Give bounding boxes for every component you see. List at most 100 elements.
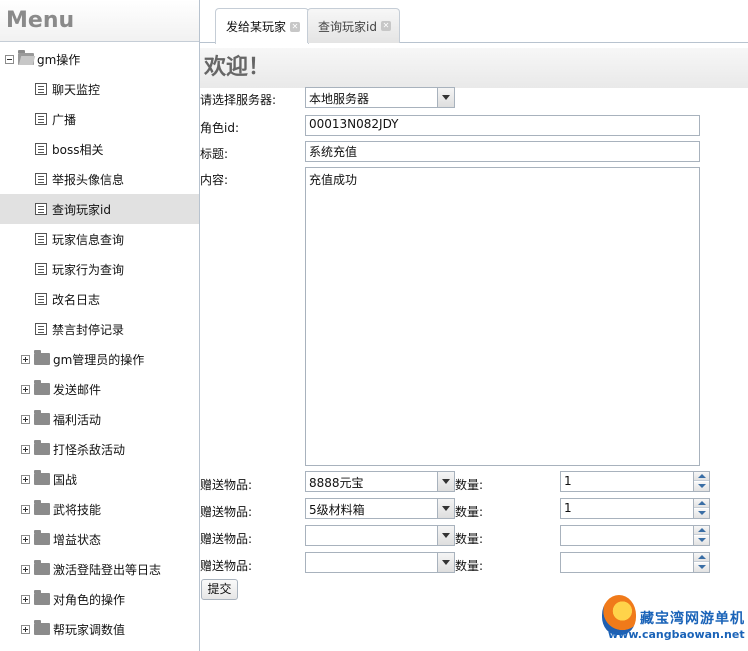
spinner-buttons: [693, 499, 709, 518]
sidebar-folder-nation-war[interactable]: 国战: [0, 464, 199, 494]
document-icon: [35, 233, 47, 245]
server-select[interactable]: 本地服务器: [305, 87, 455, 108]
expand-icon[interactable]: [21, 354, 30, 364]
arrow-down-icon[interactable]: [694, 482, 709, 491]
main-content: 欢迎！ 请选择服务器: 本地服务器 角色id: 00013N082JDY 标题:…: [200, 44, 748, 651]
document-icon: [35, 173, 47, 185]
sidebar-item-player-info[interactable]: 玩家信息查询: [0, 224, 199, 254]
gift-label: 赠送物品:: [200, 478, 253, 492]
quantity-label: 数量:: [455, 505, 484, 519]
document-icon: [35, 293, 47, 305]
tree-root-gm-ops[interactable]: gm操作: [0, 44, 199, 74]
document-icon: [35, 323, 47, 335]
expand-icon[interactable]: [21, 534, 30, 544]
gift-item-value: 8888元宝: [309, 476, 364, 490]
sidebar-item-report-avatar[interactable]: 举报头像信息: [0, 164, 199, 194]
arrow-up-icon[interactable]: [694, 553, 709, 562]
sidebar-folder-monster-events[interactable]: 打怪杀敌活动: [0, 434, 199, 464]
arrow-down-icon[interactable]: [694, 509, 709, 518]
expand-icon[interactable]: [21, 444, 30, 454]
menu-title: Menu: [0, 0, 199, 42]
gift-label: 赠送物品:: [200, 559, 253, 573]
arrow-down-icon[interactable]: [694, 563, 709, 572]
submit-button[interactable]: 提交: [201, 579, 238, 600]
expand-icon[interactable]: [21, 564, 30, 574]
sidebar-folder-gm-admin[interactable]: gm管理员的操作: [0, 344, 199, 374]
chevron-down-icon[interactable]: [437, 526, 454, 545]
sidebar-item-rename-log[interactable]: 改名日志: [0, 284, 199, 314]
collapse-icon[interactable]: [5, 54, 14, 64]
sidebar-folder-general-skills[interactable]: 武将技能: [0, 494, 199, 524]
sidebar: Menu gm操作 聊天监控 广播 boss相关 举报头像信息 查询玩家id 玩…: [0, 0, 200, 651]
folder-icon: [34, 470, 50, 485]
sidebar-item-label: 禁言封停记录: [52, 322, 125, 337]
welcome-heading: 欢迎！: [200, 48, 748, 88]
sidebar-item-label: 玩家信息查询: [52, 232, 125, 247]
gift-item-value: 5级材料箱: [309, 503, 365, 517]
chevron-down-icon[interactable]: [437, 472, 454, 491]
close-icon[interactable]: ✕: [380, 21, 391, 31]
sidebar-item-broadcast[interactable]: 广播: [0, 104, 199, 134]
sidebar-item-label: 玩家行为查询: [52, 262, 125, 277]
gift-item-select[interactable]: 5级材料箱: [305, 498, 455, 519]
sidebar-item-query-player-id[interactable]: 查询玩家id: [0, 194, 199, 224]
sidebar-folder-label: 发送邮件: [53, 382, 102, 397]
tab-label: 查询玩家id: [318, 19, 377, 34]
quantity-stepper[interactable]: 1: [560, 471, 710, 492]
sidebar-folder-welfare[interactable]: 福利活动: [0, 404, 199, 434]
quantity-stepper[interactable]: [560, 552, 710, 573]
expand-icon[interactable]: [21, 474, 30, 484]
role-id-label: 角色id:: [200, 121, 239, 135]
close-icon[interactable]: ✕: [290, 21, 301, 32]
quantity-value: 1: [564, 501, 572, 515]
quantity-stepper[interactable]: [560, 525, 710, 546]
content-textarea[interactable]: 充值成功: [305, 167, 700, 466]
tab-query-player-id[interactable]: 查询玩家id ✕: [307, 8, 400, 43]
arrow-down-icon[interactable]: [694, 536, 709, 545]
chevron-down-icon[interactable]: [437, 499, 454, 518]
arrow-up-icon[interactable]: [694, 526, 709, 535]
expand-icon[interactable]: [21, 624, 30, 634]
gift-item-select[interactable]: 8888元宝: [305, 471, 455, 492]
watermark-name: 藏宝湾网游单机: [640, 611, 745, 627]
tab-send-to-player[interactable]: 发给某玩家 ✕: [215, 8, 310, 44]
quantity-label: 数量:: [455, 532, 484, 546]
sidebar-folder-label: 武将技能: [53, 502, 102, 517]
title-input[interactable]: 系统充值: [305, 141, 700, 162]
gift-item-select[interactable]: [305, 525, 455, 546]
document-icon: [35, 83, 47, 95]
sidebar-item-chat-monitor[interactable]: 聊天监控: [0, 74, 199, 104]
folder-icon: [34, 410, 50, 425]
folder-icon: [34, 620, 50, 635]
sidebar-item-boss[interactable]: boss相关: [0, 134, 199, 164]
expand-icon[interactable]: [21, 594, 30, 604]
sidebar-item-label: 广播: [52, 112, 77, 127]
sidebar-folder-role-ops[interactable]: 对角色的操作: [0, 584, 199, 614]
expand-icon[interactable]: [21, 504, 30, 514]
document-icon: [35, 143, 47, 155]
sidebar-folder-label: 国战: [53, 472, 78, 487]
sidebar-item-player-behavior[interactable]: 玩家行为查询: [0, 254, 199, 284]
expand-icon[interactable]: [21, 414, 30, 424]
sidebar-folder-adjust-values[interactable]: 帮玩家调数值: [0, 614, 199, 644]
title-label: 标题:: [200, 147, 229, 161]
chevron-down-icon[interactable]: [437, 88, 454, 107]
expand-icon[interactable]: [21, 384, 30, 394]
quantity-stepper[interactable]: 1: [560, 498, 710, 519]
document-icon: [35, 203, 47, 215]
arrow-up-icon[interactable]: [694, 472, 709, 481]
sidebar-folder-buffs[interactable]: 增益状态: [0, 524, 199, 554]
server-select-value: 本地服务器: [309, 92, 370, 106]
sidebar-item-label: boss相关: [52, 142, 104, 157]
sidebar-folder-login-logs[interactable]: 激活登陆登出等日志: [0, 554, 199, 584]
sidebar-folder-label: 福利活动: [53, 412, 102, 427]
gift-item-select[interactable]: [305, 552, 455, 573]
sidebar-folder-label: 打怪杀敌活动: [53, 442, 126, 457]
sidebar-folder-send-mail[interactable]: 发送邮件: [0, 374, 199, 404]
sidebar-item-label: 改名日志: [52, 292, 101, 307]
spinner-buttons: [693, 526, 709, 545]
arrow-up-icon[interactable]: [694, 499, 709, 508]
role-id-input[interactable]: 00013N082JDY: [305, 115, 700, 136]
chevron-down-icon[interactable]: [437, 553, 454, 572]
sidebar-item-ban-records[interactable]: 禁言封停记录: [0, 314, 199, 344]
